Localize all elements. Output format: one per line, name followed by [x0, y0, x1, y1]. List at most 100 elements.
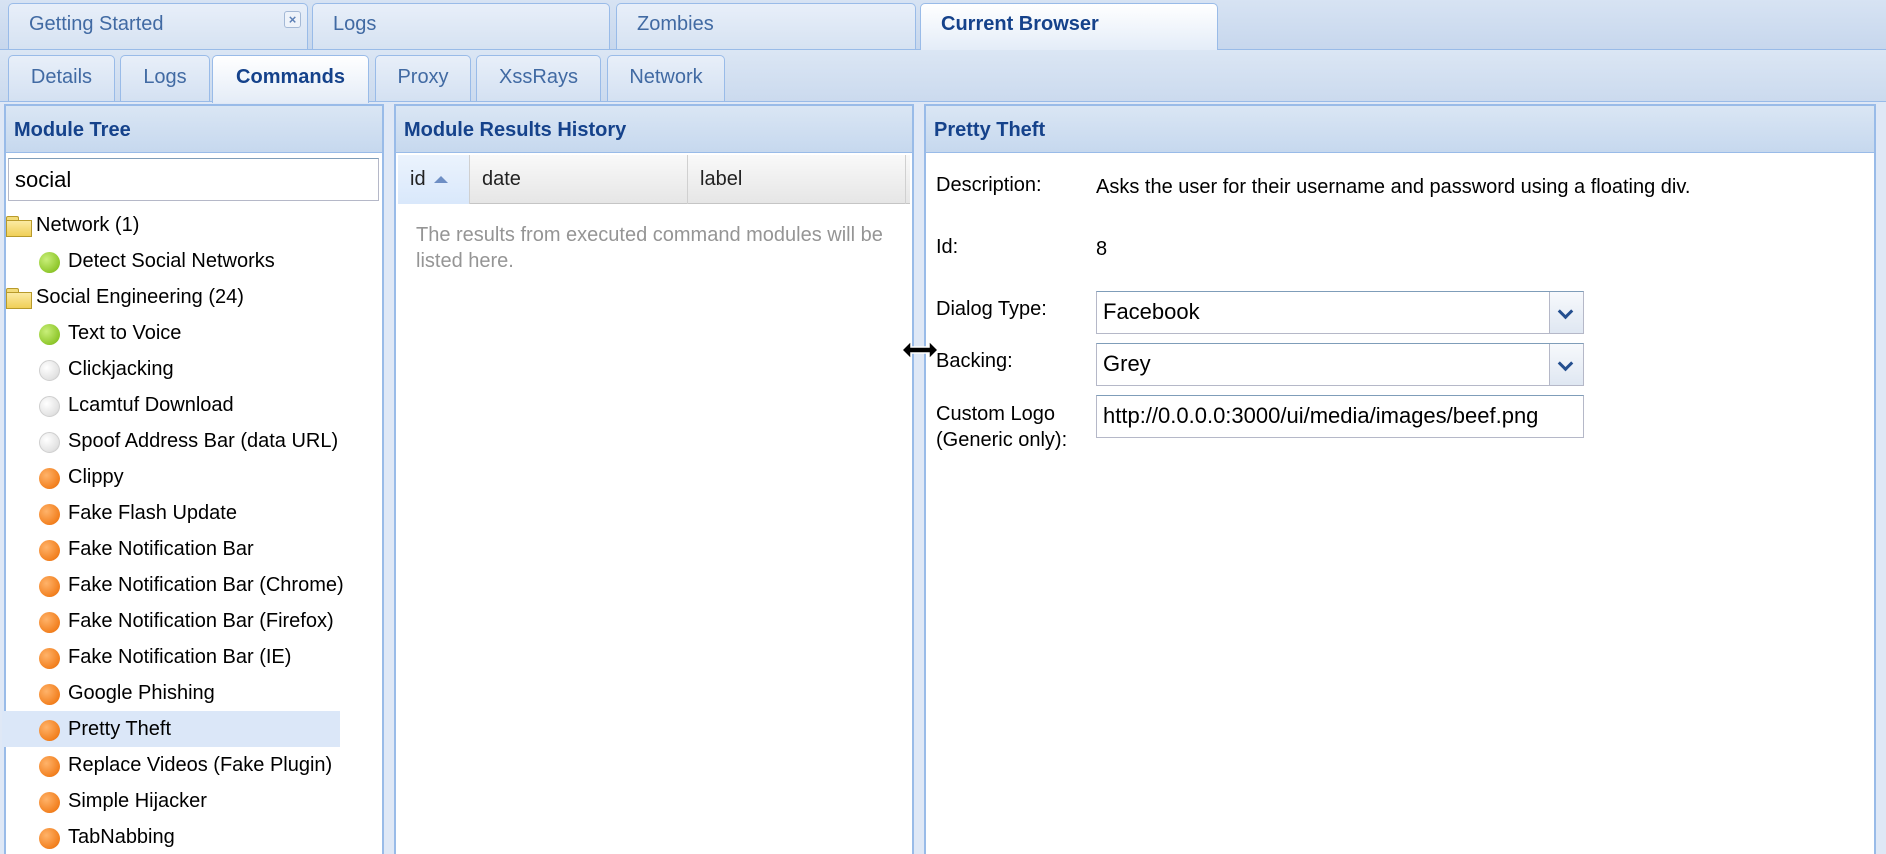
- tab-label: Network: [629, 66, 703, 88]
- resize-horizontal-cursor-icon: [900, 339, 940, 361]
- status-orange-icon: [39, 504, 60, 525]
- panel-title: Pretty Theft: [926, 106, 1874, 153]
- panel-title: Module Results History: [396, 106, 912, 153]
- tree-module-item[interactable]: Simple Hijacker: [2, 783, 384, 819]
- tree-module-item[interactable]: Google Phishing: [2, 675, 384, 711]
- splitter[interactable]: [384, 104, 394, 854]
- status-orange-icon: [39, 540, 60, 561]
- tab-label: XssRays: [499, 66, 578, 88]
- status-orange-icon: [39, 792, 60, 813]
- tree-module-label: Fake Flash Update: [68, 502, 237, 524]
- tree-folder[interactable]: Social Engineering (24): [2, 279, 384, 315]
- custom-logo-label-line: Custom Logo: [936, 403, 1055, 425]
- results-history-panel: Module Results History: [394, 104, 914, 854]
- tab-proxy[interactable]: Proxy: [375, 55, 471, 101]
- status-orange-icon: [39, 576, 60, 597]
- tab-logs[interactable]: Logs: [120, 55, 210, 101]
- tree-module-item[interactable]: Replace Videos (Fake Plugin): [2, 747, 384, 783]
- tab-label: Zombies: [637, 13, 714, 35]
- tab-label: Current Browser: [941, 13, 1099, 35]
- tree-module-label: Detect Social Networks: [68, 250, 275, 272]
- tree-module-label: Clickjacking: [68, 358, 174, 380]
- column-header-date[interactable]: date: [470, 155, 688, 204]
- tree-module-item[interactable]: TabNabbing: [2, 819, 384, 854]
- tab-network[interactable]: Network: [607, 55, 725, 101]
- tree-module-item[interactable]: Clickjacking: [2, 351, 384, 387]
- tree-module-label: Text to Voice: [68, 322, 182, 344]
- tab-label: Details: [30, 66, 93, 88]
- tree-module-label: Replace Videos (Fake Plugin): [68, 754, 333, 776]
- status-orange-icon: [39, 720, 60, 741]
- module-details-panel: Pretty Theft: [924, 104, 1876, 854]
- tree-module-item[interactable]: Fake Notification Bar (IE): [2, 639, 384, 675]
- tree-module-item[interactable]: Text to Voice: [2, 315, 384, 351]
- custom-logo-value: http://0.0.0.0:3000/ui/media/images/beef…: [1103, 403, 1539, 428]
- browser-tab-bar: Details Logs Commands Proxy XssRays Netw…: [0, 50, 1886, 103]
- id-label: Id:: [936, 236, 959, 258]
- dialog-type-select[interactable]: Facebook: [1096, 291, 1584, 334]
- tab-getting-started[interactable]: Getting Started ×: [8, 3, 308, 49]
- tree-folder-label: Social Engineering (24): [36, 286, 244, 308]
- dialog-type-label: Dialog Type:: [936, 298, 1047, 320]
- close-icon[interactable]: ×: [284, 11, 301, 28]
- column-label: label: [700, 168, 743, 190]
- tab-zombies[interactable]: Zombies: [616, 3, 916, 49]
- dialog-type-value: Facebook: [1103, 299, 1200, 324]
- backing-label: Backing:: [936, 350, 1013, 372]
- custom-logo-label: Custom Logo (Generic only):: [936, 401, 1067, 453]
- tab-commands[interactable]: Commands: [212, 55, 369, 103]
- tab-details[interactable]: Details: [8, 55, 115, 101]
- column-header-label[interactable]: label: [688, 155, 906, 204]
- tab-xssrays[interactable]: XssRays: [476, 55, 601, 101]
- tree-module-label: Spoof Address Bar (data URL): [68, 430, 339, 452]
- tree-module-label: TabNabbing: [68, 826, 175, 848]
- tree-module-label: Fake Notification Bar (Firefox): [68, 610, 334, 632]
- tree-module-label: Pretty Theft: [68, 718, 172, 740]
- chevron-down-icon[interactable]: [1549, 344, 1583, 385]
- tab-label: Proxy: [397, 66, 449, 88]
- tab-label: Commands: [236, 66, 345, 88]
- tree-module-item[interactable]: Pretty Theft: [2, 711, 340, 747]
- status-orange-icon: [39, 828, 60, 849]
- top-tab-bar: Getting Started × Logs Zombies Current B…: [0, 0, 1886, 51]
- tree-module-item[interactable]: Fake Notification Bar (Firefox): [2, 603, 384, 639]
- status-green-icon: [39, 252, 60, 273]
- tree-module-item[interactable]: Spoof Address Bar (data URL): [2, 423, 384, 459]
- status-green-icon: [39, 324, 60, 345]
- tree-module-item[interactable]: Fake Notification Bar (Chrome): [2, 567, 384, 603]
- tree-module-label: Clippy: [68, 466, 124, 488]
- tree-module-label: Google Phishing: [68, 682, 215, 704]
- tree-module-item[interactable]: Fake Notification Bar: [2, 531, 384, 567]
- tree-folder[interactable]: Network (1): [2, 207, 384, 243]
- status-white-icon: [39, 432, 60, 453]
- tab-current-browser[interactable]: Current Browser: [920, 3, 1218, 51]
- tree-module-item[interactable]: Lcamtuf Download: [2, 387, 384, 423]
- module-search-input[interactable]: [8, 158, 379, 201]
- description-label: Description:: [936, 174, 1042, 196]
- tree-module-item[interactable]: Fake Flash Update: [2, 495, 384, 531]
- custom-logo-input[interactable]: http://0.0.0.0:3000/ui/media/images/beef…: [1096, 395, 1584, 438]
- id-value: 8: [1096, 238, 1108, 260]
- column-label: id: [410, 168, 426, 190]
- tab-label: Logs: [333, 13, 377, 35]
- splitter[interactable]: [914, 104, 924, 854]
- empty-results-text: The results from executed command module…: [416, 224, 883, 272]
- chevron-down-icon[interactable]: [1549, 292, 1583, 333]
- tree-folder-label: Network (1): [36, 214, 140, 236]
- folder-icon: [6, 288, 32, 309]
- column-header-id[interactable]: id: [398, 155, 470, 204]
- panel-title: Module Tree: [6, 106, 382, 153]
- tab-label: Getting Started: [29, 13, 164, 35]
- status-orange-icon: [39, 684, 60, 705]
- tree-module-item[interactable]: Detect Social Networks: [2, 243, 384, 279]
- backing-select[interactable]: Grey: [1096, 343, 1584, 386]
- folder-icon: [6, 216, 32, 237]
- status-orange-icon: [39, 648, 60, 669]
- module-tree: Network (1) Detect Social Networks Social …: [2, 207, 384, 854]
- backing-value: Grey: [1103, 351, 1151, 376]
- tab-logs[interactable]: Logs: [312, 3, 610, 49]
- tree-module-item[interactable]: Clippy: [2, 459, 384, 495]
- status-orange-icon: [39, 756, 60, 777]
- tree-module-label: Lcamtuf Download: [68, 394, 234, 416]
- tree-module-label: Fake Notification Bar: [68, 538, 254, 560]
